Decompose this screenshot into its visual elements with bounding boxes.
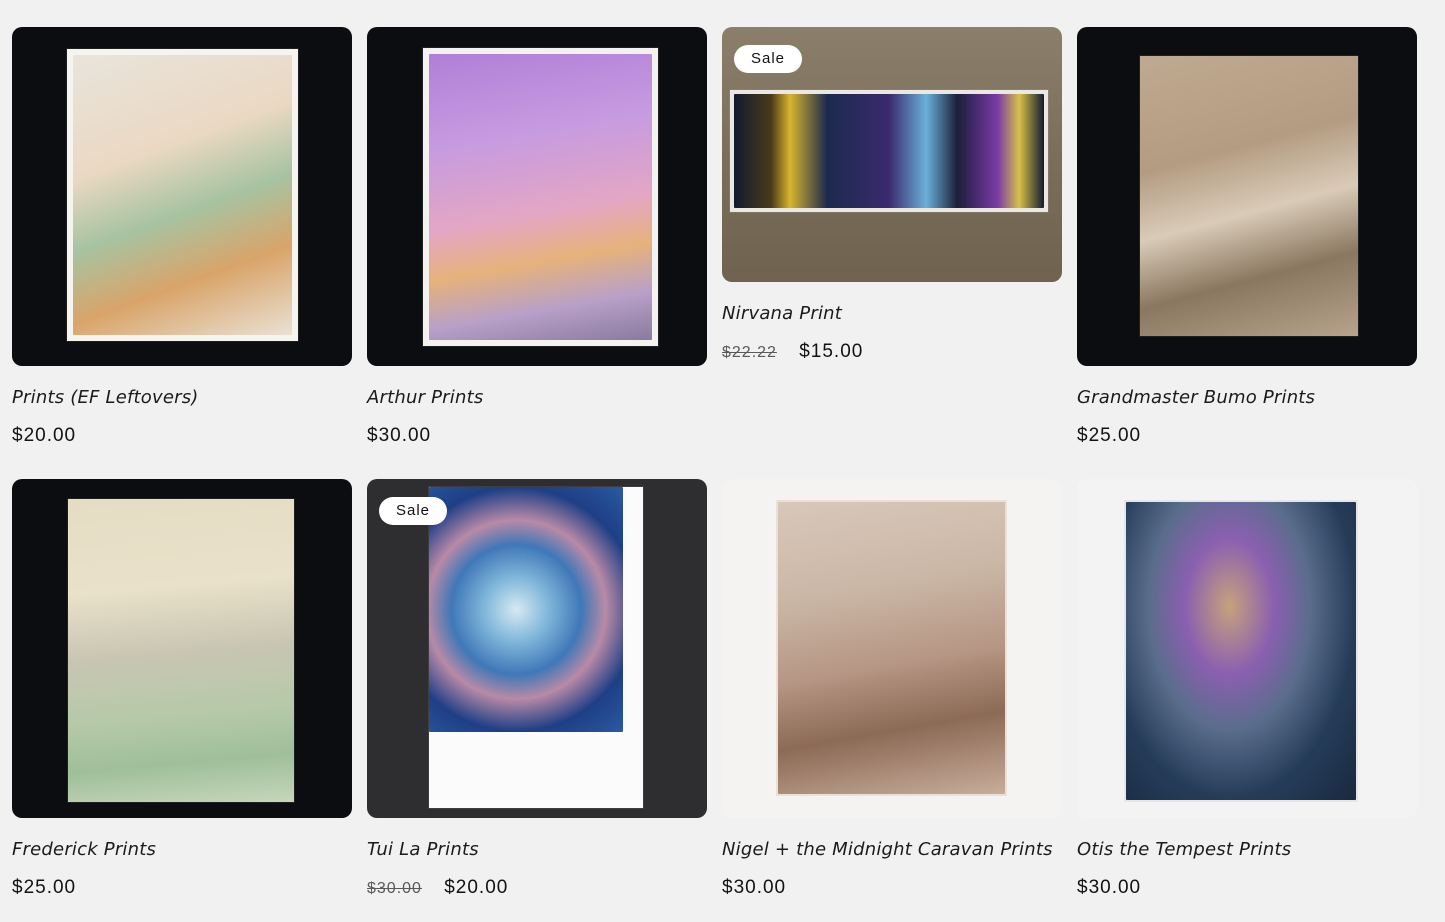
product-title[interactable]: Frederick Prints (12, 839, 156, 860)
product-card[interactable]: Nigel + the Midnight Caravan Prints $30.… (722, 479, 1062, 922)
print-mat (68, 499, 294, 802)
product-title[interactable]: Nirvana Print (722, 303, 842, 324)
print-mat (1140, 56, 1358, 336)
print-mat (1124, 500, 1358, 802)
product-card[interactable]: Sale Tui La Prints $30.00 $20.00 (367, 479, 707, 922)
product-card[interactable]: Sale Nirvana Print $22.22 $15.00 (722, 27, 1062, 479)
product-price: $20.00 (12, 425, 77, 446)
product-card[interactable]: Grandmaster Bumo Prints $25.00 (1077, 27, 1417, 479)
product-title[interactable]: Prints (EF Leftovers) (12, 387, 199, 408)
print-mat (423, 48, 658, 346)
product-price: $30.00 (1077, 877, 1142, 898)
product-title[interactable]: Otis the Tempest Prints (1077, 839, 1291, 860)
print-artwork (778, 502, 1005, 794)
print-mat (429, 487, 643, 808)
product-price: $25.00 (12, 877, 77, 898)
compare-at-price: $22.22 (722, 344, 777, 361)
product-price-row: $25.00 (12, 877, 76, 899)
print-mat (776, 500, 1007, 796)
product-title[interactable]: Arthur Prints (367, 387, 483, 408)
product-grid: Prints (EF Leftovers) $20.00 Arthur Prin… (12, 27, 1418, 922)
product-card[interactable]: Prints (EF Leftovers) $20.00 (12, 27, 352, 479)
product-image[interactable] (367, 27, 707, 366)
print-artwork (68, 499, 294, 802)
product-price: $20.00 (444, 877, 509, 898)
product-price: $30.00 (722, 877, 787, 898)
product-image[interactable] (12, 27, 352, 366)
print-mat (67, 49, 298, 341)
print-artwork (734, 94, 1044, 208)
product-image[interactable]: Sale (367, 479, 707, 818)
product-image[interactable]: Sale (722, 27, 1062, 282)
product-price: $25.00 (1077, 425, 1142, 446)
product-title[interactable]: Tui La Prints (367, 839, 479, 860)
print-artwork (1140, 56, 1358, 336)
print-artwork (429, 487, 623, 732)
product-price-row: $30.00 (1077, 877, 1141, 899)
product-image[interactable] (12, 479, 352, 818)
product-price-row: $30.00 (367, 425, 431, 447)
product-price-row: $22.22 $15.00 (722, 341, 863, 363)
print-artwork (429, 54, 652, 340)
product-card[interactable]: Arthur Prints $30.00 (367, 27, 707, 479)
product-price-row: $20.00 (12, 425, 76, 447)
product-image[interactable] (1077, 27, 1417, 366)
compare-at-price: $30.00 (367, 880, 422, 897)
product-card[interactable]: Frederick Prints $25.00 (12, 479, 352, 922)
product-price-row: $25.00 (1077, 425, 1141, 447)
print-mat (730, 90, 1048, 212)
sale-badge: Sale (734, 45, 803, 73)
product-card[interactable]: Otis the Tempest Prints $30.00 (1077, 479, 1417, 922)
product-price: $15.00 (799, 341, 864, 362)
product-image[interactable] (722, 479, 1062, 818)
product-title[interactable]: Grandmaster Bumo Prints (1077, 387, 1315, 408)
print-artwork (73, 55, 292, 335)
product-title[interactable]: Nigel + the Midnight Caravan Prints (722, 839, 1053, 860)
sale-badge: Sale (379, 497, 448, 525)
print-artwork (1126, 502, 1356, 800)
product-price: $30.00 (367, 425, 432, 446)
product-price-row: $30.00 (722, 877, 786, 899)
product-price-row: $30.00 $20.00 (367, 877, 508, 899)
product-image[interactable] (1077, 479, 1417, 818)
